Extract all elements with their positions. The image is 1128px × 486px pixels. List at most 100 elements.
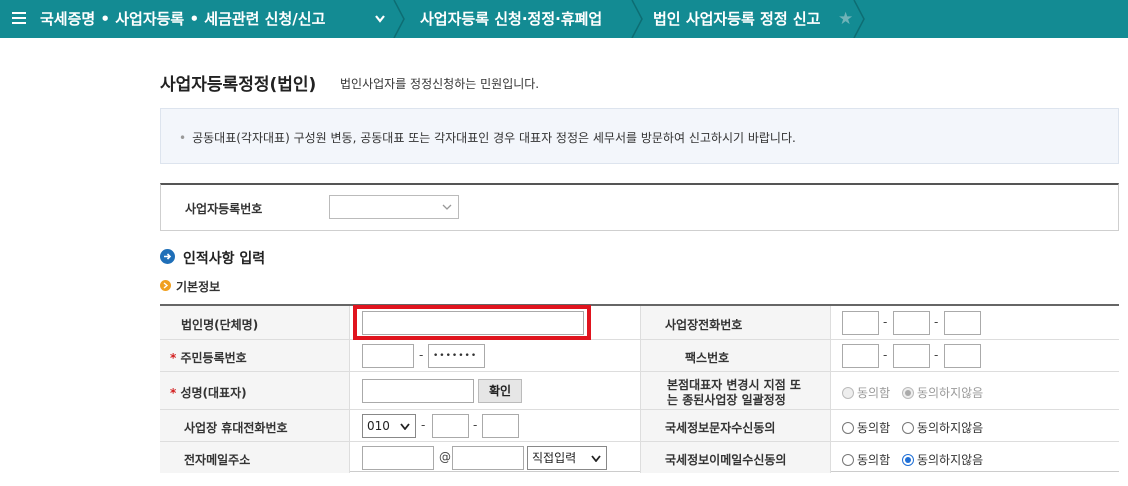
label-cell: 팩스번호 <box>640 340 831 371</box>
email-domain-select-value: 직접입력 <box>532 451 577 465</box>
label-cell: * 주민등록번호 <box>160 340 350 371</box>
radio-button-selected[interactable] <box>901 454 914 466</box>
email-consent-radio-group: 동의함 동의하지않음 <box>842 451 991 468</box>
hamburger-menu-icon[interactable] <box>12 10 26 26</box>
label-cell: 법인명(단체명) <box>160 306 350 339</box>
bullet-icon: • <box>179 131 187 145</box>
notice-text: • 공동대표(각자대표) 구성원 변동, 공동대표 또는 각자대표인 경우 대표자… <box>179 129 796 146</box>
business-phone-label: 사업장전화번호 <box>665 318 743 332</box>
confirm-button[interactable]: 확인 <box>478 379 522 403</box>
email-id-input[interactable] <box>362 446 434 470</box>
mobile-last-input[interactable] <box>482 414 519 438</box>
form-row: 사업장 휴대전화번호 010 - - 국세정보문자수신동의 동의함 동의하지않음 <box>160 410 1119 442</box>
breadcrumb-current: 법인 사업자등록 정정 신고 <box>653 10 821 28</box>
notice-box: • 공동대표(각자대표) 구성원 변동, 공동대표 또는 각자대표인 경우 대표자… <box>160 108 1119 164</box>
dash: - <box>934 348 939 362</box>
fax-part2[interactable] <box>893 344 930 368</box>
dash: - <box>934 315 939 329</box>
disagree-text: 동의하지않음 <box>916 453 984 467</box>
branch-update-label-line2: 는 종된사업장 일괄정정 <box>667 393 786 407</box>
required-mark: * <box>170 386 181 400</box>
mobile-prefix-select[interactable]: 010 <box>362 414 416 438</box>
agree-text: 동의함 <box>857 386 891 400</box>
corp-name-label: 법인명(단체명) <box>181 318 259 332</box>
dash: - <box>883 348 888 362</box>
email-consent-label: 국세정보이메일수신동의 <box>665 453 787 467</box>
business-number-box: 사업자등록번호 <box>160 183 1119 231</box>
label-cell: 사업장전화번호 <box>640 306 831 339</box>
breadcrumb-separator-icon <box>393 0 405 38</box>
sms-consent-radio-group: 동의함 동의하지않음 <box>842 419 991 436</box>
top-navigation-bar: 국세증명 • 사업자등록 • 세금관련 신청/신고 사업자등록 신청·정정·휴폐… <box>0 0 1128 38</box>
favorite-star-icon[interactable]: ★ <box>838 9 853 29</box>
business-phone-part1[interactable] <box>842 311 879 335</box>
breadcrumb-separator-icon <box>631 0 643 38</box>
rep-name-input[interactable] <box>362 379 474 403</box>
rrn-front-input[interactable] <box>362 344 414 368</box>
label-cell: 전자메일주소 <box>160 442 350 473</box>
fax-part1[interactable] <box>842 344 879 368</box>
highlight-box <box>353 305 591 340</box>
dash: - <box>883 315 888 329</box>
rrn-back-input[interactable]: ••••••• <box>428 344 485 368</box>
page-subtitle: 법인사업자를 정정신청하는 민원입니다. <box>340 77 540 91</box>
form-row: * 주민등록번호 - ••••••• 팩스번호 - - <box>160 340 1119 372</box>
email-agree-option[interactable]: 동의함 <box>842 453 890 467</box>
sms-agree-option[interactable]: 동의함 <box>842 421 890 435</box>
radio-button[interactable] <box>842 454 854 466</box>
branch-update-radio-group: 동의함 동의하지않음 <box>842 384 991 401</box>
business-number-select[interactable] <box>329 195 459 219</box>
disagree-text: 동의하지않음 <box>916 386 984 400</box>
branch-agree-option: 동의함 <box>842 386 890 400</box>
chevron-down-icon[interactable] <box>374 12 386 26</box>
dash: - <box>419 348 424 362</box>
section-title: 인적사항 입력 <box>183 251 266 267</box>
radio-button[interactable] <box>901 422 914 434</box>
business-number-label: 사업자등록번호 <box>185 202 263 216</box>
branch-disagree-option: 동의하지않음 <box>901 386 984 400</box>
form-row: 전자메일주소 @ 직접입력 국세정보이메일수신동의 동의함 동의하지않음 <box>160 442 1119 473</box>
arrow-circle-small-icon <box>160 280 171 291</box>
label-cell: 국세정보문자수신동의 <box>640 410 831 441</box>
breadcrumb-subcategory[interactable]: 사업자등록 신청·정정·휴폐업 <box>420 0 602 38</box>
label-cell: * 성명(대표자) <box>160 372 350 409</box>
sms-disagree-option[interactable]: 동의하지않음 <box>901 421 984 435</box>
email-domain-input[interactable] <box>452 446 524 470</box>
email-disagree-option[interactable]: 동의하지않음 <box>901 453 984 467</box>
radio-button[interactable] <box>842 422 854 434</box>
form-row: 법인명(단체명) 사업장전화번호 - - <box>160 306 1119 340</box>
agree-text: 동의함 <box>857 453 891 467</box>
rrn-label-text: 주민등록번호 <box>180 351 247 365</box>
chevron-down-icon <box>442 204 452 210</box>
fax-label: 팩스번호 <box>685 351 730 365</box>
rep-name-label-text: 성명(대표자) <box>180 386 247 400</box>
rrn-label: * 주민등록번호 <box>170 349 247 366</box>
label-cell: 본점대표자 변경시 지점 또 는 종된사업장 일괄정정 <box>640 372 831 409</box>
basic-info-form: 법인명(단체명) 사업장전화번호 - - * 주민등록번호 - ••••••• … <box>160 304 1119 473</box>
label-cell: 국세정보이메일수신동의 <box>640 442 831 473</box>
chevron-down-icon <box>591 455 601 462</box>
breadcrumb-separator-icon <box>853 0 865 38</box>
page-title: 사업자등록정정(법인) <box>160 75 317 95</box>
dash: - <box>421 418 426 432</box>
chevron-down-icon <box>400 423 410 430</box>
form-row: * 성명(대표자) 확인 본점대표자 변경시 지점 또 는 종된사업장 일괄정정… <box>160 372 1119 410</box>
radio-button <box>842 387 854 399</box>
subsection-title: 기본정보 <box>176 280 221 294</box>
radio-button-selected <box>901 387 914 399</box>
fax-part3[interactable] <box>944 344 981 368</box>
arrow-circle-icon <box>160 249 175 264</box>
disagree-text: 동의하지않음 <box>916 421 984 435</box>
agree-text: 동의함 <box>857 421 891 435</box>
email-at-sign: @ <box>439 450 451 464</box>
mobile-middle-input[interactable] <box>432 414 469 438</box>
email-label: 전자메일주소 <box>184 453 251 467</box>
notice-message: 공동대표(각자대표) 구성원 변동, 공동대표 또는 각자대표인 경우 대표자 … <box>192 131 796 145</box>
business-phone-part3[interactable] <box>944 311 981 335</box>
business-phone-part2[interactable] <box>893 311 930 335</box>
mobile-prefix-value: 010 <box>367 419 390 433</box>
label-cell: 사업장 휴대전화번호 <box>160 410 350 441</box>
mobile-label: 사업장 휴대전화번호 <box>184 421 288 435</box>
breadcrumb-category[interactable]: 국세증명 • 사업자등록 • 세금관련 신청/신고 <box>40 0 325 38</box>
email-domain-select[interactable]: 직접입력 <box>527 446 607 470</box>
